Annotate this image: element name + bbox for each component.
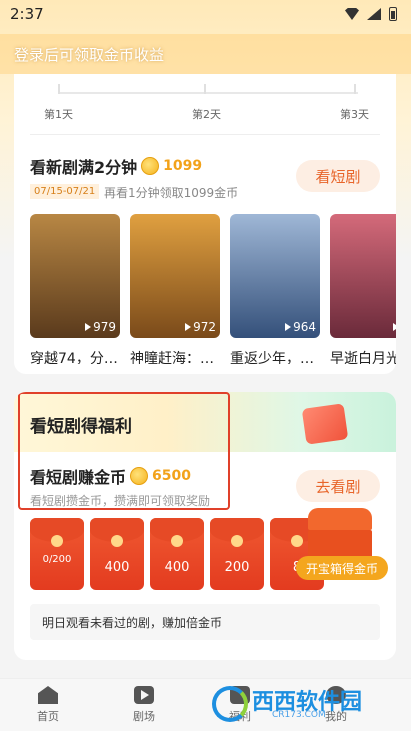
red-envelope[interactable]: 400 [90, 518, 144, 590]
tab-label: 剧场 [133, 710, 155, 723]
task-title: 看新剧满2分钟 1099 [30, 154, 202, 178]
play-icon [285, 323, 292, 331]
status-time: 2:37 [10, 5, 44, 23]
checkin-track [58, 92, 358, 94]
red-envelope[interactable]: 0/200 [30, 518, 84, 590]
status-icons [345, 7, 397, 21]
play-icon [85, 323, 92, 331]
play-icon [134, 686, 154, 704]
play-icon [185, 323, 192, 331]
play-count: 10 [392, 320, 396, 334]
tab-label: 首页 [37, 710, 59, 723]
play-count: 964 [285, 320, 316, 334]
play-count: 979 [85, 320, 116, 334]
book-icon [301, 403, 349, 445]
checkin-tick [354, 84, 356, 94]
poster-title[interactable]: 重返少年，… [230, 348, 320, 364]
battery-icon [389, 7, 397, 21]
checkin-day-1: 第1天 [44, 108, 73, 121]
play-count: 972 [185, 320, 216, 334]
envelope-value: 400 [104, 560, 130, 575]
go-watch-button[interactable]: 去看剧 [296, 470, 380, 502]
wifi-icon [345, 8, 359, 20]
watermark-site: CR173.COM [272, 710, 326, 720]
poster-title[interactable]: 早逝白月光 [330, 348, 396, 364]
red-envelope[interactable]: 200 [210, 518, 264, 590]
tab-home[interactable]: 首页 [0, 679, 96, 731]
envelope-value: 200 [224, 560, 250, 575]
checkin-day-3: 第3天 [340, 108, 369, 121]
poster-card[interactable]: 972 [130, 214, 220, 338]
task-date-tag: 07/15-07/21 [30, 184, 100, 199]
red-envelope[interactable]: 400 [150, 518, 204, 590]
home-icon [38, 686, 58, 704]
poster-title[interactable]: 穿越74，分… [30, 348, 120, 364]
highlight-box [18, 392, 230, 510]
open-chest-button[interactable]: 开宝箱得金币 [296, 556, 388, 580]
watch-drama-button[interactable]: 看短剧 [296, 160, 380, 192]
poster-card[interactable]: 10 [330, 214, 396, 338]
tip-text: 明日观看未看过的剧，赚加倍金币 [30, 604, 380, 640]
divider [30, 134, 380, 135]
watermark-icon [212, 686, 248, 722]
checkin-tick [58, 84, 60, 94]
checkin-day-2: 第2天 [192, 108, 221, 121]
task-desc: 再看1分钟领取1099金币 [104, 186, 239, 200]
login-banner-text: 登录后可领取金币收益 [14, 46, 165, 64]
envelope-value: 0/200 [42, 554, 72, 565]
coin-icon [141, 157, 160, 175]
envelope-value: 400 [164, 560, 190, 575]
watermark-logo: 西西软件园 CR173.COM [212, 684, 402, 724]
play-icon [392, 323, 396, 331]
tab-theater[interactable]: 剧场 [96, 679, 192, 731]
poster-title[interactable]: 神瞳赶海：… [130, 348, 220, 364]
poster-card[interactable]: 979 [30, 214, 120, 338]
task-title-text: 看新剧满2分钟 [30, 158, 138, 177]
login-banner[interactable]: 登录后可领取金币收益 [0, 34, 411, 74]
signal-icon [367, 8, 381, 20]
poster-list: 979 穿越74，分… 972 神瞳赶海：… 964 重返少年，… 10 早逝白… [30, 214, 396, 364]
status-bar: 2:37 [0, 0, 411, 28]
checkin-progress: 第1天 第2天 第3天 [14, 84, 396, 124]
task-card: 第1天 第2天 第3天 看新剧满2分钟 1099 07/15-07/21 再看1… [14, 74, 396, 374]
poster-card[interactable]: 964 [230, 214, 320, 338]
welfare-card: 看短剧得福利 看短剧赚金币 6500 看短剧攒金币，攒满即可领取奖励 去看剧 0… [14, 392, 396, 660]
task-coins: 1099 [163, 158, 203, 174]
checkin-tick [204, 84, 206, 94]
